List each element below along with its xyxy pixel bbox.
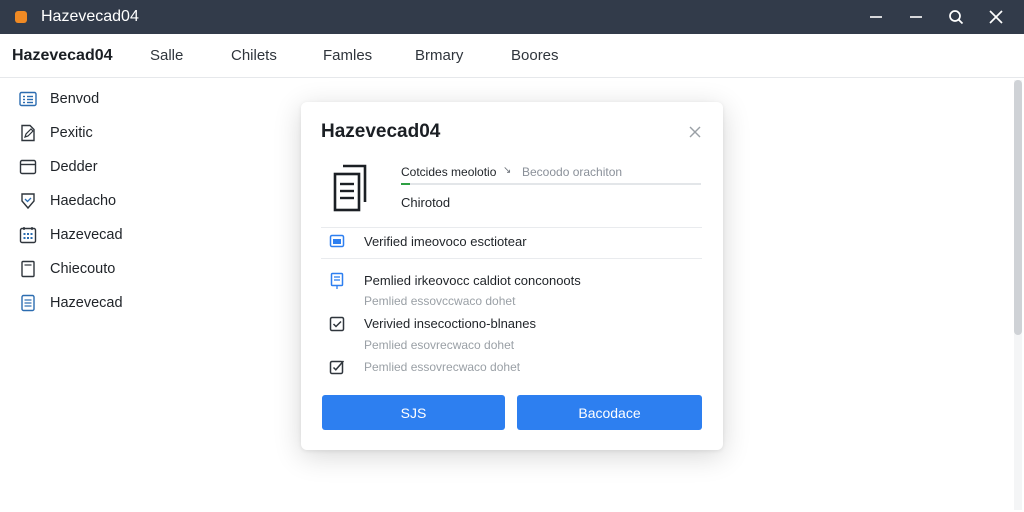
title-bar: Hazevecad04	[0, 0, 1024, 34]
sidebar-item-hazevecad[interactable]: Hazevecad	[18, 223, 123, 247]
progress-status: Becoodo orachiton	[522, 165, 623, 179]
documents-icon	[331, 164, 377, 214]
search-icon	[949, 10, 964, 25]
menu-item-chilets[interactable]: Chilets	[231, 47, 277, 64]
menu-item-salle[interactable]: Salle	[150, 47, 183, 64]
sidebar-item-benvod[interactable]: Benvod	[18, 87, 99, 111]
progress-label: Cotcides meolotio	[401, 165, 497, 179]
close-icon	[689, 126, 701, 138]
status-row-text: Verivied insecoctiono-blnanes	[364, 316, 536, 331]
sidebar-item-label: Chiecouto	[50, 261, 116, 277]
notes-icon	[18, 293, 38, 313]
maximize-icon	[910, 16, 922, 18]
menu-item-brmary[interactable]: Brmary	[415, 47, 463, 64]
status-row-text: Verified imeovoco esctiotear	[364, 234, 527, 249]
card-icon	[18, 157, 38, 177]
menu-bar: Hazevecad04 Salle Chilets Famles Brmary …	[0, 34, 1024, 78]
app-square-icon	[15, 11, 27, 23]
scrollbar[interactable]	[1014, 80, 1022, 510]
progress-arrow: ↘	[503, 165, 512, 176]
primary-button[interactable]: SJS	[322, 395, 505, 430]
document-blue-icon	[328, 272, 346, 290]
brand-title: Hazevecad04	[12, 46, 113, 64]
sidebar: Benvod Pexitic Dedder Haedacho Hazevecad…	[0, 79, 160, 512]
progress-sublabel: Chirotod	[401, 195, 451, 210]
status-row-subtext: Pemlied esovrecwaco dohet	[364, 338, 515, 352]
divider	[321, 227, 702, 228]
sidebar-item-label: Hazevecad	[50, 227, 123, 243]
menu-item-famles[interactable]: Famles	[323, 47, 372, 64]
secondary-button[interactable]: Bacodace	[517, 395, 702, 430]
status-row-subtext: Pemlied essovccwaco dohet	[364, 294, 516, 308]
sidebar-item-haedacho[interactable]: Haedacho	[18, 189, 116, 213]
progress-bar-fill	[401, 183, 410, 185]
sidebar-item-label: Haedacho	[50, 193, 117, 209]
dialog-title: Hazevecad04	[321, 121, 441, 142]
close-button[interactable]	[976, 0, 1016, 34]
sidebar-item-label: Benvod	[50, 91, 100, 107]
checkbox-icon	[328, 315, 346, 333]
close-icon	[989, 10, 1003, 24]
status-row-text: Pemlied irkeovocc caldiot conconoots	[364, 273, 581, 288]
progress-bar	[401, 183, 701, 185]
document-edit-icon	[18, 123, 38, 143]
scrollbar-thumb[interactable]	[1014, 80, 1022, 335]
window-title: Hazevecad04	[41, 8, 139, 25]
checkbox-edit-icon	[328, 358, 346, 376]
menu-item-boores[interactable]: Boores	[511, 47, 559, 64]
calendar-grid-icon	[18, 225, 38, 245]
dialog-close-button[interactable]	[685, 122, 705, 142]
maximize-button[interactable]	[896, 0, 936, 34]
sidebar-item-label: Pexitic	[50, 125, 93, 141]
search-button[interactable]	[936, 0, 976, 34]
list-icon	[18, 89, 38, 109]
sidebar-item-chiecouto[interactable]: Chiecouto	[18, 257, 115, 281]
minimize-icon	[870, 16, 882, 18]
window-controls	[856, 0, 1016, 34]
shield-icon	[18, 191, 38, 211]
minimize-button[interactable]	[856, 0, 896, 34]
sidebar-item-label: Dedder	[50, 159, 98, 175]
sidebar-item-hazevecad-2[interactable]: Hazevecad	[18, 291, 123, 315]
divider	[321, 258, 702, 259]
sidebar-item-pexitic[interactable]: Pexitic	[18, 121, 93, 145]
file-icon	[18, 259, 38, 279]
sidebar-item-dedder[interactable]: Dedder	[18, 155, 98, 179]
dialog: Hazevecad04 Cotcides meolotio ↘ Becoodo …	[301, 102, 723, 450]
sidebar-item-label: Hazevecad	[50, 295, 123, 311]
folder-blue-icon	[328, 232, 346, 250]
status-row-subtext: Pemlied essovrecwaco dohet	[364, 360, 521, 374]
